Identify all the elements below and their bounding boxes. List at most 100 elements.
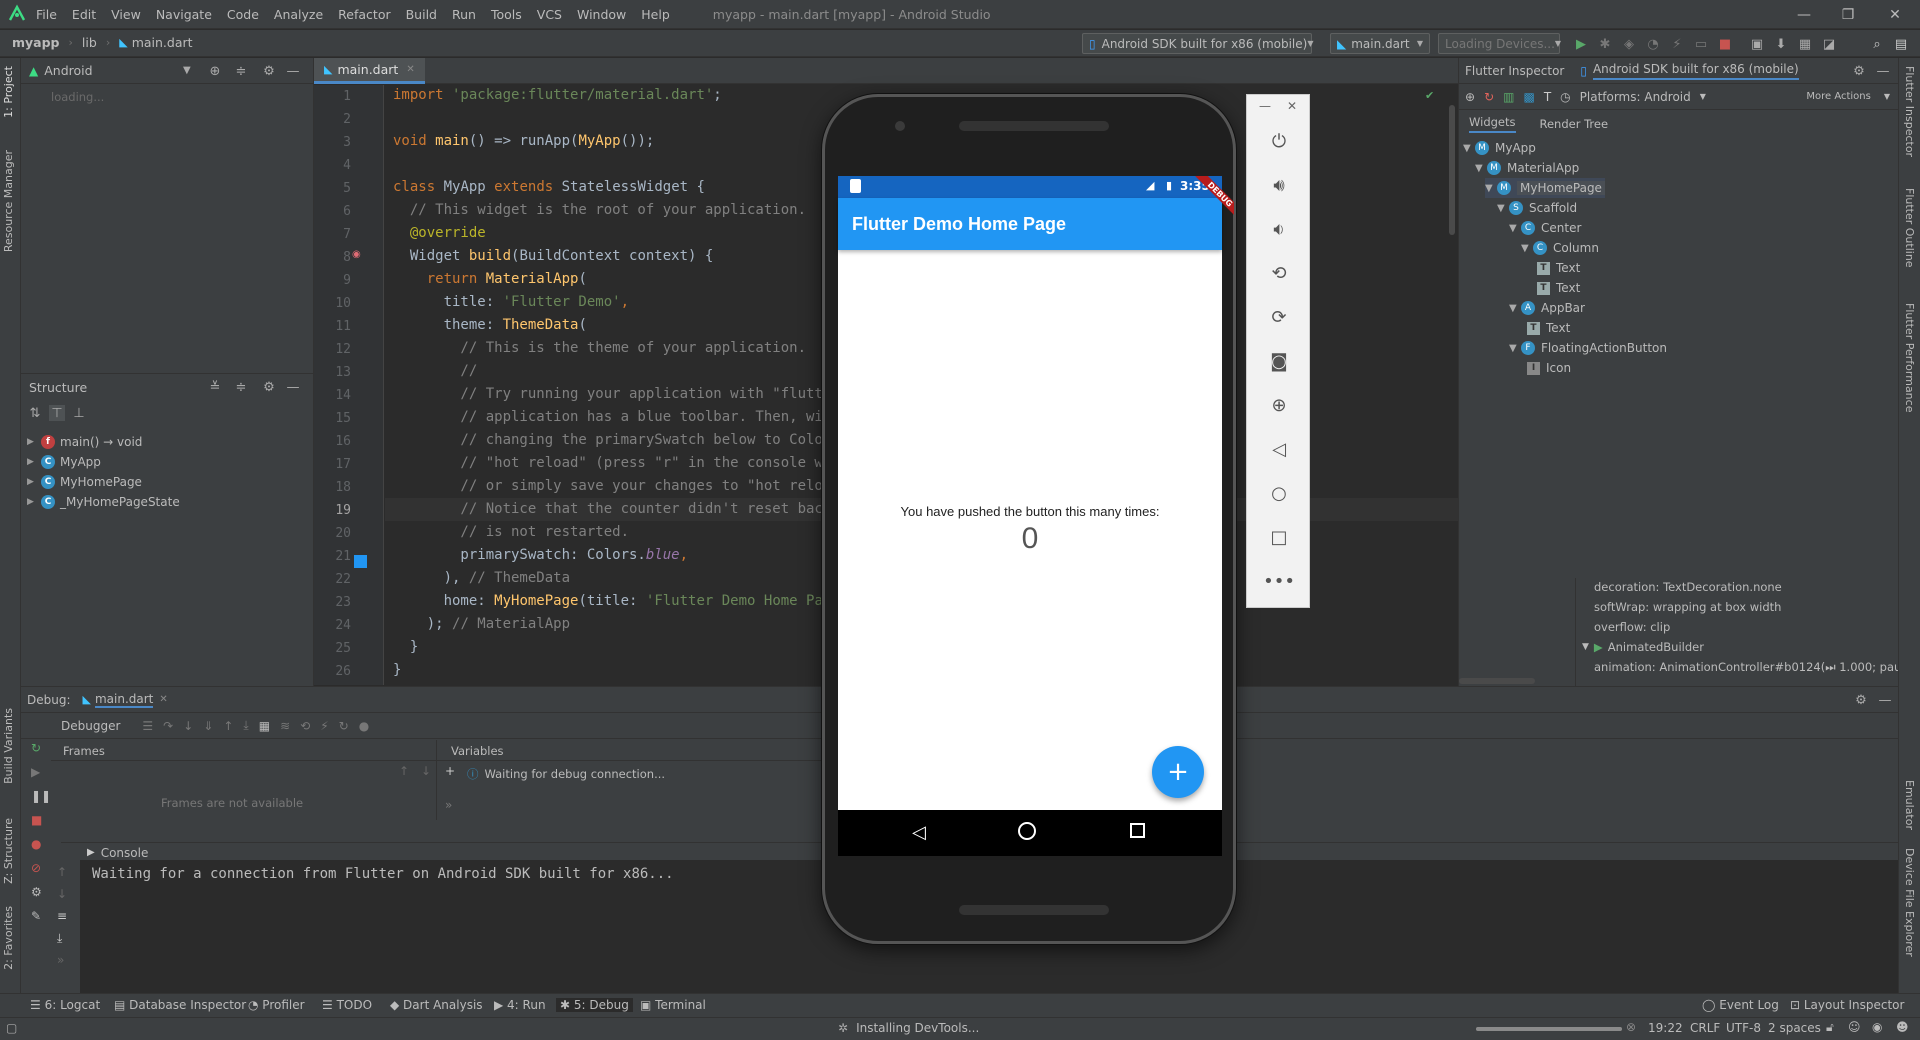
caret-position[interactable]: 19:22 bbox=[1648, 1021, 1683, 1035]
menu-help[interactable]: Help bbox=[641, 7, 670, 22]
tree-node[interactable]: T Text bbox=[1527, 318, 1570, 338]
structure-item[interactable]: ▶ C MyHomePage bbox=[21, 472, 313, 492]
project-structure-icon[interactable]: ▦ bbox=[1796, 35, 1814, 53]
tool-tab-emulator[interactable]: Emulator bbox=[1903, 780, 1916, 830]
paint-baselines-icon[interactable]: T bbox=[1544, 90, 1551, 104]
breadcrumb-file[interactable]: main.dart bbox=[132, 35, 193, 50]
menu-edit[interactable]: Edit bbox=[72, 7, 96, 22]
expand-arrow-icon[interactable]: ▶ bbox=[27, 497, 41, 507]
menu-analyze[interactable]: Analyze bbox=[274, 7, 323, 22]
tree-node[interactable]: ▼ C Center bbox=[1509, 218, 1581, 238]
frame-up-icon[interactable]: ↑ bbox=[399, 764, 409, 778]
tree-node-selected[interactable]: ▼ M MyHomePage bbox=[1485, 178, 1605, 198]
tool-tab-resource-manager[interactable]: Resource Manager bbox=[2, 150, 15, 252]
more-options-icon[interactable]: ••• bbox=[1263, 567, 1295, 595]
tree-node[interactable]: T Text bbox=[1537, 258, 1580, 278]
stop-icon[interactable]: ■ bbox=[1716, 35, 1734, 53]
debug-icon[interactable]: ✱ bbox=[1596, 35, 1614, 53]
loading-devices-select[interactable]: Loading Devices... ▼ bbox=[1438, 33, 1561, 54]
hide-panel-icon[interactable]: — bbox=[1877, 692, 1893, 708]
minimize-window-icon[interactable]: — bbox=[1782, 0, 1826, 29]
tree-node[interactable]: ▼ M MaterialApp bbox=[1475, 158, 1579, 178]
menu-icon[interactable]: ☰ bbox=[142, 719, 153, 733]
force-step-into-icon[interactable]: ⇓ bbox=[203, 719, 213, 733]
background-task[interactable]: ✲ Installing DevTools... bbox=[838, 1021, 979, 1035]
color-swatch-icon[interactable] bbox=[354, 555, 367, 568]
tab-widgets[interactable]: Widgets bbox=[1469, 115, 1516, 133]
volume-up-icon[interactable]: 🔊︎ bbox=[1265, 171, 1293, 199]
tree-node[interactable]: T Text bbox=[1537, 278, 1580, 298]
drop-frame-icon[interactable]: ⤓ bbox=[243, 718, 248, 733]
step-out-icon[interactable]: ↑ bbox=[223, 719, 233, 733]
breadcrumb-project[interactable]: myapp bbox=[12, 35, 60, 50]
zoom-icon[interactable]: ⊕ bbox=[1265, 391, 1293, 419]
editor-scrollbar[interactable] bbox=[1449, 105, 1455, 235]
cancel-task-icon[interactable]: ⊗ bbox=[1626, 1020, 1636, 1034]
menu-window[interactable]: Window bbox=[577, 7, 626, 22]
emulator-screen[interactable]: ◢ ▮ 3:35 Flutter Demo Home Page DEBUG Yo… bbox=[838, 176, 1234, 856]
nav-back-icon[interactable]: ◁ bbox=[912, 822, 926, 843]
coverage-icon[interactable]: ◈ bbox=[1620, 35, 1638, 53]
sort-alpha-icon[interactable]: ⇅ bbox=[27, 405, 43, 421]
collapse-all-icon[interactable]: ≑ bbox=[233, 379, 249, 395]
power-icon[interactable]: ⏻ bbox=[1265, 127, 1293, 155]
search-icon[interactable]: ⌕ bbox=[1868, 35, 1886, 53]
collapse-all-icon[interactable]: ≑ bbox=[233, 63, 249, 79]
tool-tab-database-inspector[interactable]: ▤ Database Inspector bbox=[114, 998, 246, 1012]
trace-icon[interactable]: ≋ bbox=[280, 719, 290, 733]
menu-vcs[interactable]: VCS bbox=[537, 7, 562, 22]
breadcrumb-folder[interactable]: lib bbox=[82, 35, 97, 50]
maximize-window-icon[interactable]: ❐ bbox=[1826, 0, 1870, 29]
minimize-emulator-icon[interactable]: — bbox=[1259, 99, 1271, 113]
menu-tools[interactable]: Tools bbox=[491, 7, 522, 22]
expand-panel-icon[interactable]: » bbox=[445, 798, 452, 812]
refresh-tree-icon[interactable]: ↻ bbox=[1484, 90, 1494, 104]
volume-down-icon[interactable]: 🔉︎ bbox=[1265, 215, 1293, 243]
structure-item[interactable]: ▶ C MyApp bbox=[21, 452, 313, 472]
nav-recents-icon[interactable] bbox=[1130, 823, 1145, 838]
performance-overlay-icon[interactable]: ▥ bbox=[1503, 90, 1514, 104]
rerun-icon[interactable]: ↻ bbox=[31, 741, 46, 765]
resume-icon[interactable]: ▶ bbox=[31, 765, 46, 789]
tool-tab-layout-inspector[interactable]: ⊡ Layout Inspector bbox=[1790, 998, 1904, 1012]
tab-render-tree[interactable]: Render Tree bbox=[1540, 117, 1609, 131]
rotate-left-icon[interactable]: ⟲ bbox=[1265, 259, 1293, 287]
run-config-select[interactable]: ◣ main.dart ▼ bbox=[1330, 33, 1430, 54]
close-tab-icon[interactable]: ✕ bbox=[406, 64, 414, 75]
close-tab-icon[interactable]: ✕ bbox=[159, 694, 167, 705]
expand-arrow-icon[interactable]: ▶ bbox=[27, 457, 41, 467]
tool-tab-favorites[interactable]: 2: Favorites bbox=[2, 906, 15, 970]
line-separator[interactable]: CRLF bbox=[1690, 1021, 1720, 1035]
tool-tab-structure[interactable]: Z: Structure bbox=[2, 818, 15, 884]
inspector-device-tab[interactable]: Android SDK built for x86 (mobile) bbox=[1592, 62, 1799, 80]
memory-indicator-icon[interactable]: ◉ bbox=[1872, 1020, 1882, 1034]
rotate-right-icon[interactable]: ⟳ bbox=[1265, 303, 1293, 331]
tool-tab-event-log[interactable]: ◯ Event Log bbox=[1702, 998, 1779, 1012]
tool-tab-todo[interactable]: ☰ TODO bbox=[322, 998, 372, 1012]
run-icon[interactable]: ▶ bbox=[1572, 35, 1590, 53]
menu-view[interactable]: View bbox=[111, 7, 141, 22]
file-encoding[interactable]: UTF-8 bbox=[1726, 1021, 1761, 1035]
expand-all-icon[interactable]: ≚ bbox=[207, 379, 223, 395]
add-watch-icon[interactable]: + bbox=[445, 764, 455, 778]
breakpoint-icon[interactable]: ● bbox=[359, 719, 369, 733]
avd-manager-icon[interactable]: ▣ bbox=[1748, 35, 1766, 53]
restore-layout-icon[interactable]: ⟲ bbox=[300, 719, 310, 733]
tool-tab-dart-analysis[interactable]: ◆ Dart Analysis bbox=[390, 998, 483, 1012]
evaluate-icon[interactable]: ▦ bbox=[259, 719, 270, 733]
gear-icon[interactable]: ⚙ bbox=[1851, 63, 1867, 79]
device-select[interactable]: ▯ Android SDK built for x86 (mobile) ▼ bbox=[1082, 33, 1314, 54]
menu-build[interactable]: Build bbox=[406, 7, 437, 22]
hot-reload-icon[interactable]: ⚡ bbox=[320, 719, 328, 733]
frame-down-icon[interactable]: ↓ bbox=[421, 764, 431, 778]
menu-code[interactable]: Code bbox=[227, 7, 259, 22]
console-tab[interactable]: Console bbox=[101, 846, 149, 860]
menu-navigate[interactable]: Navigate bbox=[156, 7, 212, 22]
structure-item[interactable]: ▶ C _MyHomePageState bbox=[21, 492, 313, 512]
override-marker-icon[interactable]: ◉ bbox=[352, 249, 361, 260]
sdk-manager-icon[interactable]: ⬇ bbox=[1772, 35, 1790, 53]
hot-reload-icon[interactable]: ⚡ bbox=[1668, 35, 1686, 53]
screenshot-icon[interactable]: ◙ bbox=[1265, 347, 1293, 375]
inspection-icon[interactable]: ☺ bbox=[1848, 1020, 1861, 1034]
locate-icon[interactable]: ⊕ bbox=[207, 63, 223, 79]
